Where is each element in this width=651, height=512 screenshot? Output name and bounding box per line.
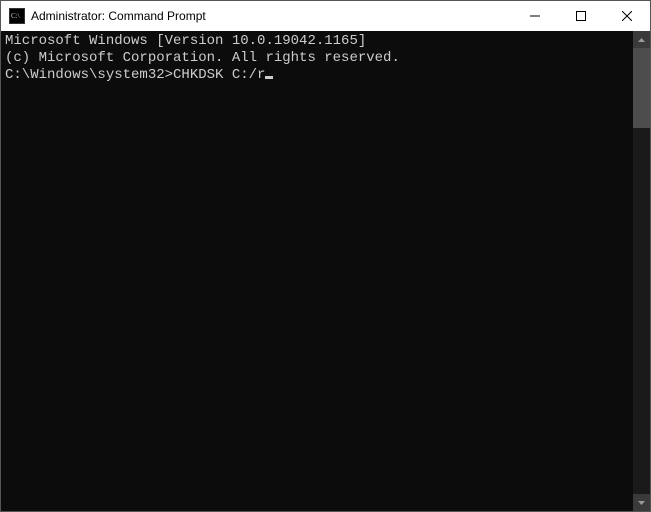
scroll-down-button[interactable] (633, 494, 650, 511)
terminal-area: Microsoft Windows [Version 10.0.19042.11… (1, 31, 650, 511)
maximize-button[interactable] (558, 1, 604, 31)
window-title: Administrator: Command Prompt (31, 9, 206, 23)
window-controls (512, 1, 650, 31)
prompt: C:\Windows\system32> (5, 67, 173, 83)
cursor (265, 76, 273, 79)
minimize-button[interactable] (512, 1, 558, 31)
scroll-up-button[interactable] (633, 31, 650, 48)
scroll-thumb[interactable] (633, 48, 650, 128)
typed-command: CHKDSK C:/r (173, 67, 265, 83)
scroll-track[interactable] (633, 48, 650, 494)
svg-text:C:\: C:\ (11, 12, 20, 20)
terminal[interactable]: Microsoft Windows [Version 10.0.19042.11… (1, 31, 633, 511)
titlebar[interactable]: C:\ Administrator: Command Prompt (1, 1, 650, 31)
cmd-icon: C:\ (9, 8, 25, 24)
command-prompt-window: C:\ Administrator: Command Prompt Micros… (0, 0, 651, 512)
output-line: (c) Microsoft Corporation. All rights re… (5, 50, 629, 67)
output-line: Microsoft Windows [Version 10.0.19042.11… (5, 33, 629, 50)
prompt-line: C:\Windows\system32>CHKDSK C:/r (5, 67, 629, 84)
close-button[interactable] (604, 1, 650, 31)
vertical-scrollbar[interactable] (633, 31, 650, 511)
